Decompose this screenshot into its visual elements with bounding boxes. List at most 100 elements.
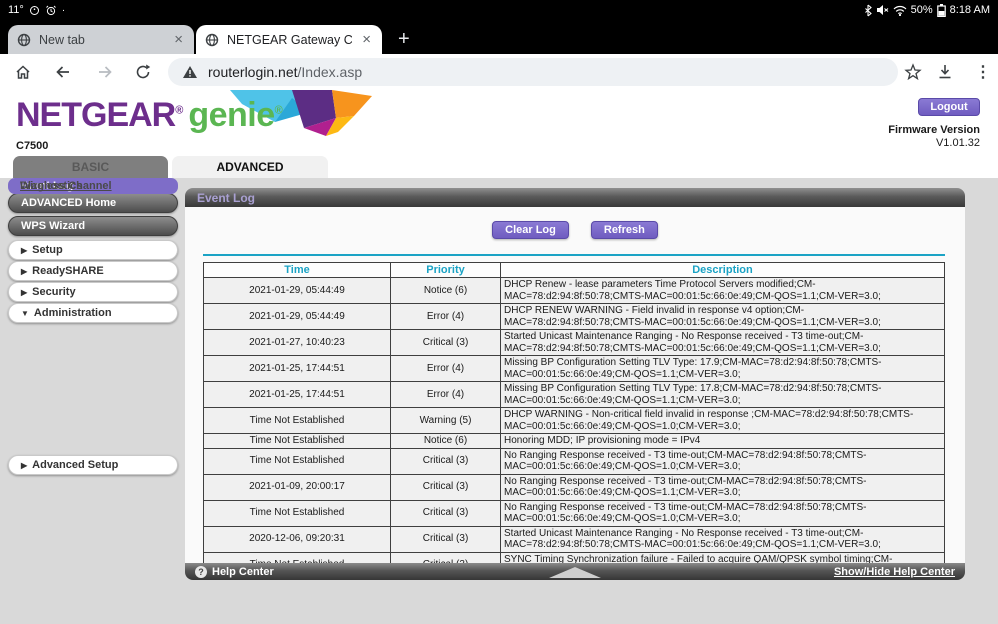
table-row: Time Not Established Critical (3) No Ran… [204, 448, 945, 474]
event-time-cell: 2021-01-29, 05:44:49 [204, 278, 391, 304]
browser-tab-active[interactable]: NETGEAR Gateway C7500 × [196, 25, 382, 54]
url-bar[interactable]: routerlogin.net/Index.asp [168, 58, 898, 86]
event-description-cell: DHCP WARNING - Non-critical field invali… [501, 408, 945, 434]
column-header-priority: Priority [391, 263, 501, 278]
table-row: 2021-01-29, 05:44:49 Error (4) DHCP RENE… [204, 304, 945, 330]
sidebar-admin-link[interactable]: Wireless Channel [8, 178, 178, 193]
event-time-cell: Time Not Established [204, 448, 391, 474]
reload-icon[interactable] [132, 61, 154, 83]
logout-button[interactable]: Logout [918, 98, 980, 116]
sidebar-item-label: Setup [32, 244, 63, 256]
chevron-right-icon: ▶ [21, 461, 27, 470]
table-row: Time Not Established Warning (5) DHCP WA… [204, 408, 945, 434]
refresh-button[interactable]: Refresh [591, 221, 658, 239]
brand-netgear: NETGEAR [16, 96, 175, 134]
sidebar-item-setup[interactable]: ▶ Setup [8, 240, 178, 260]
event-time-cell: 2021-01-27, 10:40:23 [204, 330, 391, 356]
android-status-bar: 11° · 50% 8:18 AM [0, 0, 998, 20]
firmware-block: Firmware Version V1.01.32 [888, 124, 980, 149]
sidebar-admin-link-label: Wireless Channel [20, 180, 112, 192]
tab-basic[interactable]: BASIC [13, 156, 168, 178]
expand-help-arrow-icon[interactable] [549, 567, 601, 578]
table-header-row: Time Priority Description [204, 263, 945, 278]
sidebar-item-label: Administration [34, 307, 112, 319]
browser-menu-icon[interactable]: ⋮ [972, 61, 994, 83]
chevron-right-icon: ▶ [21, 267, 27, 276]
event-priority-cell: Error (4) [391, 356, 501, 382]
main-content: Event Log Clear Log Refresh Time Priorit… [185, 178, 965, 624]
help-center-bar: ? Help Center Show/Hide Help Center [185, 563, 965, 580]
weather-icon [29, 5, 40, 16]
event-priority-cell: Notice (6) [391, 434, 501, 449]
clear-log-button[interactable]: Clear Log [492, 221, 569, 239]
bookmark-star-icon[interactable] [902, 61, 924, 83]
sidebar-item-label: ReadySHARE [32, 265, 104, 277]
event-priority-cell: Critical (3) [391, 448, 501, 474]
globe-icon [17, 33, 31, 47]
sidebar-item-advanced-setup[interactable]: ▶ Advanced Setup [8, 455, 178, 475]
table-row: Time Not Established Critical (3) SYNC T… [204, 552, 945, 563]
firmware-version-value: V1.01.32 [888, 137, 980, 149]
sidebar-nav: ADVANCED Home WPS Wizard ▶ Setup ▶ Ready… [0, 178, 185, 624]
event-priority-cell: Warning (5) [391, 408, 501, 434]
clock-label: 8:18 AM [950, 4, 990, 16]
event-log-panel: Clear Log Refresh Time Priority Descript… [185, 207, 965, 563]
sidebar-item-label: Advanced Setup [32, 459, 118, 471]
notification-dot: · [62, 5, 65, 16]
event-time-cell: Time Not Established [204, 408, 391, 434]
table-row: 2021-01-29, 05:44:49 Notice (6) DHCP Ren… [204, 278, 945, 304]
sidebar-item-administration[interactable]: ▼ Administration [8, 303, 178, 323]
table-row: 2021-01-27, 10:40:23 Critical (3) Starte… [204, 330, 945, 356]
page-title: Event Log [185, 188, 965, 207]
event-time-cell: 2021-01-09, 20:00:17 [204, 474, 391, 500]
event-time-cell: 2021-01-25, 17:44:51 [204, 356, 391, 382]
event-time-cell: Time Not Established [204, 434, 391, 449]
show-hide-help-link[interactable]: Show/Hide Help Center [834, 566, 955, 578]
forward-icon[interactable] [94, 61, 116, 83]
event-description-cell: Started Unicast Maintenance Ranging - No… [501, 330, 945, 356]
mute-icon [876, 4, 889, 16]
url-text: routerlogin.net/Index.asp [208, 64, 362, 80]
help-question-icon: ? [195, 566, 207, 578]
event-description-cell: Started Unicast Maintenance Ranging - No… [501, 526, 945, 552]
new-tab-button[interactable]: + [398, 29, 410, 49]
event-priority-cell: Notice (6) [391, 278, 501, 304]
alarm-icon [45, 5, 57, 16]
sidebar-item-readyshare[interactable]: ▶ ReadySHARE [8, 261, 178, 281]
column-header-description: Description [501, 263, 945, 278]
event-priority-cell: Critical (3) [391, 474, 501, 500]
globe-icon [205, 33, 219, 47]
sidebar-item-advanced-home[interactable]: ADVANCED Home [8, 193, 178, 213]
table-row: 2021-01-09, 20:00:17 Critical (3) No Ran… [204, 474, 945, 500]
event-time-cell: 2021-01-25, 17:44:51 [204, 382, 391, 408]
url-path: /Index.asp [298, 64, 363, 80]
registered-mark: ® [175, 105, 182, 117]
netgear-header: NETGEAR®genie® C7500 Logout Firmware Ver… [0, 90, 998, 178]
home-icon[interactable] [12, 61, 34, 83]
sidebar-item-label: ADVANCED Home [21, 197, 116, 209]
back-icon[interactable] [52, 61, 74, 83]
chevron-right-icon: ▶ [21, 288, 27, 297]
sidebar-item-wps-wizard[interactable]: WPS Wizard [8, 216, 178, 236]
sidebar-item-security[interactable]: ▶ Security [8, 282, 178, 302]
event-description-cell: No Ranging Response received - T3 time-o… [501, 448, 945, 474]
event-description-cell: No Ranging Response received - T3 time-o… [501, 500, 945, 526]
tab-title: New tab [39, 33, 164, 47]
security-warning-icon[interactable] [182, 65, 198, 79]
browser-tab-new-tab[interactable]: New tab × [8, 25, 194, 54]
event-time-cell: Time Not Established [204, 552, 391, 563]
event-time-cell: 2021-01-29, 05:44:49 [204, 304, 391, 330]
table-row: 2021-01-25, 17:44:51 Error (4) Missing B… [204, 382, 945, 408]
download-icon[interactable] [934, 61, 956, 83]
help-center-left: ? Help Center [195, 566, 274, 578]
event-priority-cell: Error (4) [391, 382, 501, 408]
tab-close-icon[interactable]: × [172, 32, 185, 47]
tab-advanced[interactable]: ADVANCED [172, 156, 328, 178]
tab-close-icon[interactable]: × [360, 32, 373, 47]
divider-line [203, 254, 945, 256]
battery-percentage: 50% [911, 4, 933, 16]
page-body: ADVANCED Home WPS Wizard ▶ Setup ▶ Ready… [0, 178, 998, 624]
event-priority-cell: Critical (3) [391, 526, 501, 552]
event-priority-cell: Critical (3) [391, 330, 501, 356]
event-description-cell: DHCP RENEW WARNING - Field invalid in re… [501, 304, 945, 330]
